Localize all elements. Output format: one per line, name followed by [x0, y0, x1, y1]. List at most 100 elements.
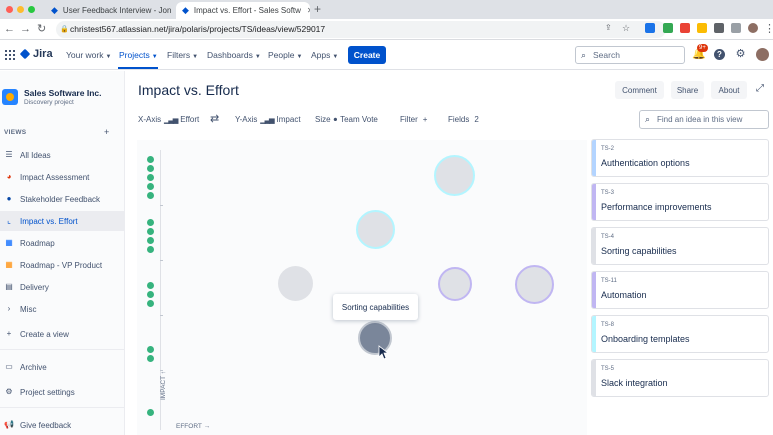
idea-dot[interactable]: [147, 156, 154, 163]
idea-bubble[interactable]: [515, 265, 554, 304]
idea-dot[interactable]: [147, 174, 154, 181]
sidebar-item-label: Give feedback: [20, 420, 72, 430]
sidebar-item-misc[interactable]: › Misc: [0, 299, 124, 319]
size-selector[interactable]: Size ⦁ Team Vote: [315, 115, 378, 124]
impact-icon: ◕: [6, 172, 12, 181]
sidebar-item-delivery[interactable]: ▤ Delivery: [0, 277, 124, 297]
comment-button[interactable]: Comment: [615, 81, 664, 99]
fullscreen-expand-icon[interactable]: ⤢: [756, 83, 764, 94]
close-window-icon[interactable]: [6, 6, 13, 13]
project-avatar[interactable]: [2, 89, 18, 105]
chevron-right-icon: ›: [7, 304, 11, 313]
search-icon: ⌕: [645, 114, 651, 124]
user-avatar[interactable]: [756, 48, 769, 61]
idea-dot[interactable]: [147, 300, 154, 307]
browser-tab-1[interactable]: ◆ User Feedback Interview - Jon ✕: [45, 2, 173, 19]
reload-icon[interactable]: ↻: [37, 22, 46, 36]
extension-icon[interactable]: [697, 23, 707, 33]
bookmark-star-icon[interactable]: ☆: [622, 23, 632, 33]
idea-card[interactable]: TS-4 Sorting capabilities: [591, 227, 769, 265]
sidebar-item-roadmap[interactable]: ▦ Roadmap: [0, 233, 124, 253]
browser-menu-icon[interactable]: ⋮: [764, 22, 773, 36]
sidebar-item-stakeholder-feedback[interactable]: ● Stakeholder Feedback: [0, 189, 124, 209]
extension-icon[interactable]: [714, 23, 724, 33]
filter-button[interactable]: Filter +: [400, 115, 427, 124]
project-name[interactable]: Sales Software Inc.: [24, 88, 101, 98]
idea-dot[interactable]: [147, 183, 154, 190]
create-button[interactable]: Create: [348, 46, 386, 64]
forward-icon[interactable]: →: [20, 22, 31, 36]
profile-avatar[interactable]: [748, 23, 758, 33]
find-idea-input[interactable]: ⌕ Find an idea in this view: [639, 110, 769, 129]
app-switcher-icon[interactable]: [5, 50, 15, 60]
nav-your-work[interactable]: Your work ▼: [66, 50, 111, 60]
nav-projects[interactable]: Projects ▼: [119, 50, 158, 60]
extensions-puzzle-icon[interactable]: [731, 23, 741, 33]
help-icon[interactable]: ?: [714, 49, 725, 60]
swap-axes-icon[interactable]: ⇄: [210, 112, 219, 125]
idea-dot[interactable]: [147, 192, 154, 199]
add-view-icon[interactable]: +: [104, 127, 109, 137]
idea-bubble[interactable]: [278, 266, 313, 301]
sidebar-item-impact-vs-effort[interactable]: ⌞ Impact vs. Effort: [0, 211, 124, 231]
nav-dashboards[interactable]: Dashboards ▼: [207, 50, 261, 60]
search-input[interactable]: ⌕ Search: [575, 46, 685, 64]
find-placeholder: Find an idea in this view: [657, 115, 743, 124]
idea-dot[interactable]: [147, 219, 154, 226]
y-axis-selector[interactable]: Y-Axis ▁▃▅ Impact: [235, 115, 301, 124]
url-field[interactable]: 🔒 christest567.atlassian.net/jira/polari…: [56, 21, 666, 38]
nav-filters[interactable]: Filters ▼: [167, 50, 198, 60]
sidebar-item-label: Project settings: [20, 387, 75, 397]
idea-dot[interactable]: [147, 346, 154, 353]
idea-card[interactable]: TS-3 Performance improvements: [591, 183, 769, 221]
idea-key: TS-8: [601, 322, 615, 328]
sidebar-item-create-view[interactable]: + Create a view: [0, 324, 124, 344]
nav-apps[interactable]: Apps ▼: [311, 50, 338, 60]
card-stripe: [592, 360, 596, 396]
jira-favicon-icon: ◆: [51, 5, 58, 15]
minimize-window-icon[interactable]: [17, 6, 24, 13]
idea-dot[interactable]: [147, 409, 154, 416]
extension-icon[interactable]: [645, 23, 655, 33]
sidebar-item-roadmap-vp-product[interactable]: ▦ Roadmap - VP Product: [0, 255, 124, 275]
sidebar-item-impact-assessment[interactable]: ◕ Impact Assessment: [0, 167, 124, 187]
idea-bubble[interactable]: [434, 155, 475, 196]
jira-top-nav: Jira Your work ▼ Projects ▼ Filters ▼ Dashb…: [0, 40, 773, 70]
idea-card[interactable]: TS-11 Automation: [591, 271, 769, 309]
idea-dot[interactable]: [147, 237, 154, 244]
new-tab-icon[interactable]: +: [314, 2, 321, 16]
share-icon[interactable]: ⇪: [605, 23, 615, 33]
idea-bubble[interactable]: [438, 267, 472, 301]
idea-bubble[interactable]: [356, 210, 395, 249]
nav-label: Filters: [167, 50, 191, 60]
jira-logo[interactable]: Jira: [19, 48, 53, 60]
close-tab-icon[interactable]: ✕: [307, 6, 310, 15]
idea-dot[interactable]: [147, 291, 154, 298]
fields-button[interactable]: Fields 2: [448, 115, 479, 124]
settings-gear-icon[interactable]: ⚙: [734, 48, 747, 61]
sidebar-item-archive[interactable]: ▭ Archive: [0, 357, 124, 377]
nav-people[interactable]: People ▼: [268, 50, 302, 60]
idea-card[interactable]: TS-8 Onboarding templates: [591, 315, 769, 353]
idea-dot[interactable]: [147, 246, 154, 253]
chevron-down-icon: ▼: [254, 54, 261, 60]
extension-icon[interactable]: [680, 23, 690, 33]
idea-dot[interactable]: [147, 228, 154, 235]
about-button[interactable]: About: [711, 81, 747, 99]
idea-dot[interactable]: [147, 165, 154, 172]
x-axis-selector[interactable]: X-Axis ▁▃▅ Effort: [138, 115, 199, 124]
back-icon[interactable]: ←: [4, 22, 15, 36]
idea-card[interactable]: TS-5 Slack integration: [591, 359, 769, 397]
browser-tab-2[interactable]: ◆ Impact vs. Effort - Sales Softw ✕: [176, 2, 310, 19]
extension-icon[interactable]: [663, 23, 673, 33]
idea-dot[interactable]: [147, 282, 154, 289]
sidebar-item-give-feedback[interactable]: 📢 Give feedback: [0, 415, 124, 435]
maximize-window-icon[interactable]: [28, 6, 35, 13]
x-axis-label: X-Axis: [138, 115, 162, 124]
idea-dot[interactable]: [147, 355, 154, 362]
sidebar-item-project-settings[interactable]: ⚙ Project settings: [0, 382, 124, 402]
idea-card[interactable]: TS-2 Authentication options: [591, 139, 769, 177]
share-button[interactable]: Share: [671, 81, 704, 99]
sidebar-item-all-ideas[interactable]: ☰ All Ideas: [0, 145, 124, 165]
project-type: Discovery project: [24, 99, 74, 106]
